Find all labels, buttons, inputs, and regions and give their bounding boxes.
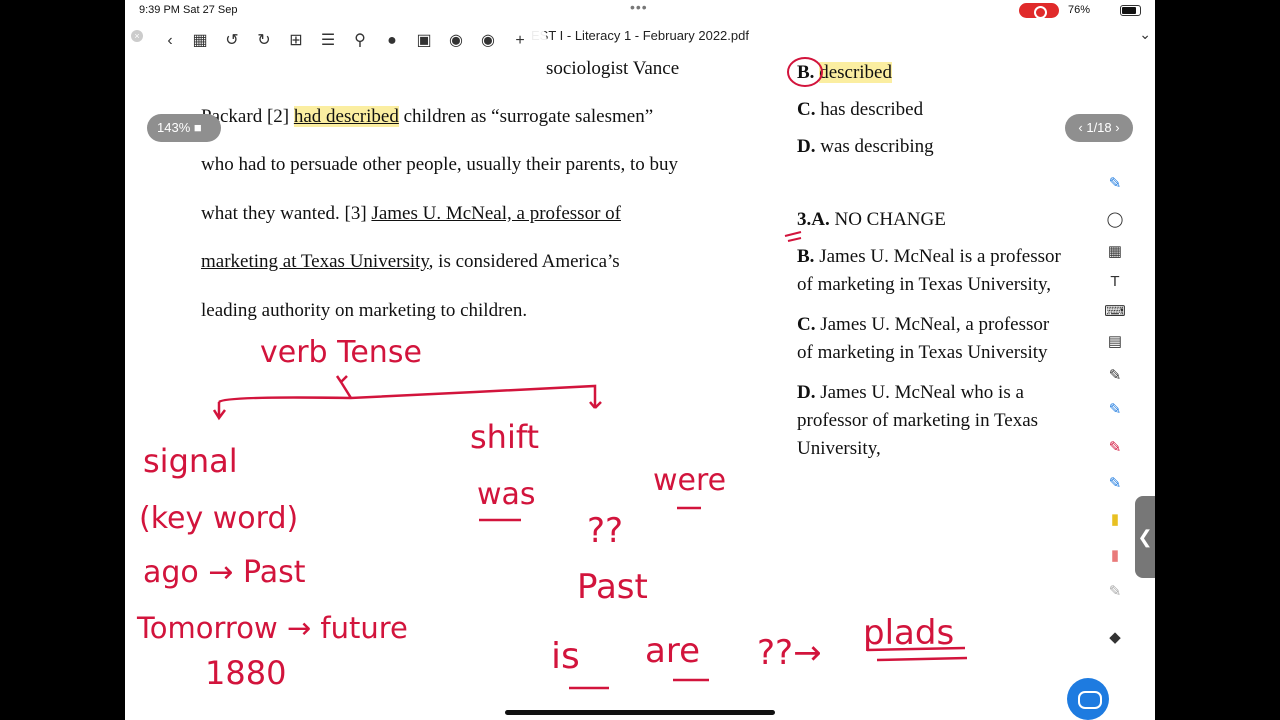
hw-are: are bbox=[645, 631, 700, 671]
hw-were: were bbox=[653, 463, 726, 498]
hw-tomorrow-future: Tomorrow → future bbox=[136, 611, 408, 645]
color-palette-icon[interactable]: ◆ bbox=[1103, 626, 1127, 650]
hw-question-arrow: ??→ bbox=[757, 633, 822, 673]
layers-icon[interactable]: ☰ bbox=[319, 32, 337, 50]
microphone-icon[interactable]: ● bbox=[383, 32, 401, 50]
back-icon[interactable]: ‹ bbox=[161, 32, 179, 50]
home-indicator[interactable] bbox=[505, 710, 775, 715]
keyboard-icon[interactable]: ⌨ bbox=[1103, 300, 1127, 324]
globe-icon[interactable]: ◉ bbox=[447, 32, 465, 50]
hw-ago-past: ago → Past bbox=[143, 555, 306, 590]
pen-tool-icon[interactable]: ✎ bbox=[1103, 172, 1127, 196]
add-icon[interactable]: + bbox=[511, 32, 529, 50]
hw-was: was bbox=[477, 477, 536, 512]
next-page-icon[interactable]: › bbox=[1115, 120, 1119, 135]
add-page-icon[interactable]: ⊞ bbox=[287, 32, 305, 50]
sidebar-collapse-handle[interactable]: ❮ bbox=[1135, 496, 1155, 578]
zoom-level: 143% bbox=[157, 120, 191, 135]
ipad-screen: 9:39 PM Sat 27 Sep ••• 76% × EST I - Lit… bbox=[125, 0, 1155, 720]
hw-is: is bbox=[551, 636, 580, 677]
book-icon[interactable]: ▤ bbox=[1103, 330, 1127, 354]
hw-plads: plads bbox=[863, 613, 954, 653]
handwriting-layer: verb Tense signal (key word) ago → Past … bbox=[136, 57, 968, 692]
hw-keyword: (key word) bbox=[139, 501, 298, 536]
search-icon[interactable]: ⚲ bbox=[351, 32, 369, 50]
lasso-icon[interactable]: ◯ bbox=[1103, 208, 1127, 232]
grid-icon[interactable]: ▦ bbox=[191, 32, 209, 50]
circle-mark-icon bbox=[787, 57, 823, 87]
hw-year: 1880 bbox=[205, 654, 286, 692]
textbox-icon[interactable]: T bbox=[1103, 270, 1127, 294]
tool-sidebar: ✎ ◯ ▦ T ⌨ ▤ ✎ ✎ ✎ ✎ ▮ ▮ ✎ ◆ bbox=[1095, 168, 1135, 658]
red-pen-icon[interactable]: ✎ bbox=[1103, 436, 1127, 460]
shapes-icon[interactable]: ◉ bbox=[479, 32, 497, 50]
media-icon[interactable]: ▣ bbox=[415, 32, 433, 50]
fountain-pen-icon[interactable]: ✎ bbox=[1103, 364, 1127, 388]
annotation-toolbar: ‹ ▦ ↺ ↻ ⊞ ☰ ⚲ ● ▣ ◉ ◉ + bbox=[147, 22, 547, 60]
lock-icon: ■ bbox=[193, 120, 202, 135]
page-number: 1/18 bbox=[1086, 120, 1112, 135]
yellow-highlighter-icon[interactable]: ▮ bbox=[1103, 508, 1127, 532]
chat-button[interactable] bbox=[1067, 678, 1109, 720]
pencil-icon[interactable]: ✎ bbox=[1103, 580, 1127, 604]
pink-highlighter-icon[interactable]: ▮ bbox=[1103, 544, 1127, 568]
hw-past: Past bbox=[577, 567, 648, 607]
prev-page-icon[interactable]: ‹ bbox=[1078, 120, 1082, 135]
zoom-indicator[interactable]: 143% ■ bbox=[147, 114, 221, 142]
hw-shift: shift bbox=[470, 418, 539, 456]
undo-icon[interactable]: ↺ bbox=[223, 32, 241, 50]
blue-pen-icon[interactable]: ✎ bbox=[1103, 398, 1127, 422]
tick-mark-icon bbox=[784, 231, 802, 242]
hw-signal: signal bbox=[143, 442, 238, 480]
blue-marker-icon[interactable]: ✎ bbox=[1103, 472, 1127, 496]
tree-arrows-icon bbox=[212, 375, 602, 421]
hw-verb-tense: verb Tense bbox=[260, 335, 422, 370]
hw-question: ?? bbox=[587, 511, 623, 551]
image-icon[interactable]: ▦ bbox=[1103, 240, 1127, 264]
redo-icon[interactable]: ↻ bbox=[255, 32, 273, 50]
page-indicator[interactable]: ‹ 1/18 › bbox=[1065, 114, 1133, 142]
